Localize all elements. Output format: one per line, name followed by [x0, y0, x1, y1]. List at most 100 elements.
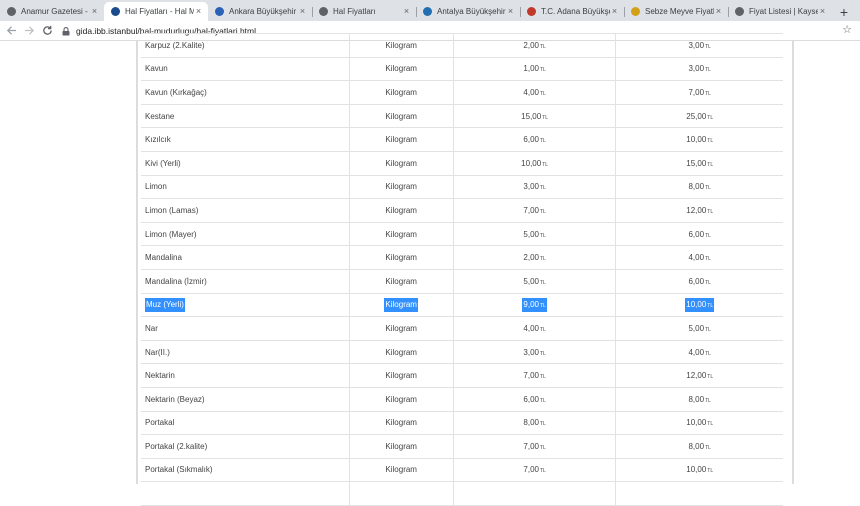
product-name-cell-value: Nar(II.): [145, 347, 170, 357]
min-price-cell-value: 5,00: [523, 229, 539, 239]
max-price-cell: 15,00TL: [615, 150, 783, 176]
unit-cell-value: Kilogram: [385, 135, 417, 145]
close-tab-icon[interactable]: ×: [818, 7, 827, 16]
bookmark-star-icon[interactable]: ☆: [842, 23, 852, 36]
unit-cell: Kilogram: [348, 33, 454, 58]
product-name-cell: Kestane: [141, 103, 350, 129]
min-price-cell-text: 5,00TL: [523, 230, 545, 239]
currency-label: TL: [705, 232, 711, 239]
currency-label: TL: [539, 468, 546, 475]
min-price-cell-value: 7,00: [523, 371, 539, 381]
product-name-cell: Muz (Yerli): [141, 292, 350, 318]
min-price-cell-value: 9,00: [523, 300, 539, 310]
table-row: Kestane Kilogram 15,00TL 25,00TL: [141, 103, 783, 129]
min-price-cell-text: 10,00TL: [521, 159, 548, 168]
adana-logo-icon: [527, 7, 536, 16]
min-price-cell-text: 3,00TL: [523, 182, 545, 191]
min-price-cell-text: 5,00TL: [523, 277, 545, 286]
min-price-cell-text: 8,00TL: [523, 418, 545, 427]
product-name-cell-text: Karpuz (2.Kalite): [145, 41, 205, 50]
browser-tab[interactable]: Ankara Büyükşehir B ×: [208, 2, 312, 21]
product-name-cell-text: Nar(II.): [145, 348, 170, 357]
currency-label: TL: [539, 421, 546, 428]
reload-button[interactable]: [38, 22, 56, 40]
browser-tab[interactable]: Fiyat Listesi | Kayser ×: [728, 2, 832, 21]
product-name-cell-value: Kivi (Yerli): [145, 158, 181, 168]
max-price-cell-text: 10,00TL: [686, 418, 713, 427]
currency-label: TL: [539, 256, 546, 263]
lock-icon[interactable]: [60, 26, 72, 36]
min-price-cell: 7,00TL: [452, 434, 616, 459]
product-name-cell-value: Limon (Lamas): [145, 205, 199, 215]
product-name-cell: Portakal (Sıkmalık): [141, 457, 350, 483]
max-price-cell-text: 4,00TL: [688, 253, 710, 262]
currency-label: TL: [539, 303, 546, 310]
currency-label: TL: [539, 350, 546, 357]
currency-label: TL: [539, 138, 546, 145]
unit-cell-text: Kilogram: [385, 135, 417, 144]
close-tab-icon[interactable]: ×: [610, 7, 619, 16]
currency-label: TL: [707, 468, 714, 475]
min-price-cell: 2,00TL: [452, 33, 616, 58]
currency-label: TL: [707, 138, 714, 145]
close-tab-icon[interactable]: ×: [298, 7, 307, 16]
max-price-cell-value: 7,00: [688, 87, 705, 97]
table-row: Karpuz (2.Kalite) Kilogram 2,00TL 3,00TL: [141, 33, 783, 58]
unit-cell: Kilogram: [348, 434, 454, 459]
min-price-cell-value: 6,00: [523, 394, 539, 404]
min-price-cell-text: 4,00TL: [523, 88, 545, 97]
max-price-cell-text: 12,00TL: [686, 206, 713, 215]
back-button[interactable]: [2, 22, 20, 40]
tab-title: Ankara Büyükşehir B: [229, 7, 298, 16]
max-price-cell-text: 8,00TL: [688, 442, 710, 451]
max-price-cell-text: 10,00TL: [686, 465, 713, 474]
globe-icon: [735, 7, 744, 16]
min-price-cell: 15,00TL: [452, 103, 616, 129]
browser-tab[interactable]: Sebze Meyve Fiyatla ×: [624, 2, 728, 21]
browser-tab[interactable]: Antalya Büyükşehir B ×: [416, 2, 520, 21]
max-price-cell: 3,00TL: [615, 56, 783, 82]
product-name-cell: Limon (Lamas): [141, 198, 350, 223]
max-price-cell-value: 10,00: [686, 418, 707, 428]
unit-cell-value: Kilogram: [385, 418, 417, 428]
close-tab-icon[interactable]: ×: [402, 7, 411, 16]
unit-cell-text: Kilogram: [385, 324, 417, 333]
table-row: Kızılcık Kilogram 6,00TL 10,00TL: [141, 127, 783, 152]
unit-cell: Kilogram: [348, 221, 454, 247]
unit-cell: Kilogram: [348, 339, 454, 365]
max-price-cell: 4,00TL: [615, 245, 783, 270]
product-name-cell: Karpuz (2.Kalite): [141, 33, 350, 58]
browser-tab[interactable]: T.C. Adana Büyükşeh ×: [520, 2, 624, 21]
max-price-cell: 5,00TL: [615, 316, 783, 341]
close-tab-icon[interactable]: ×: [506, 7, 515, 16]
product-name-cell: Kızılcık: [141, 127, 350, 152]
unit-cell-value: Kilogram: [385, 347, 417, 357]
close-tab-icon[interactable]: ×: [194, 7, 203, 16]
min-price-cell-text: 7,00TL: [523, 206, 545, 215]
browser-tab[interactable]: Hal Fiyatları - Hal M ×: [104, 2, 208, 21]
product-name-cell-value: Portakal: [145, 418, 175, 428]
product-name-cell-text: Limon (Lamas): [145, 206, 198, 215]
forward-button[interactable]: [20, 22, 38, 40]
min-price-cell: 5,00TL: [452, 268, 616, 294]
min-price-cell-text: 4,00TL: [523, 324, 545, 333]
product-name-cell-text: Nektarin (Beyaz): [145, 395, 205, 404]
unit-cell-text: Kilogram: [385, 159, 417, 168]
browser-tab[interactable]: Hal Fiyatları ×: [312, 2, 416, 21]
unit-cell: Kilogram: [348, 363, 454, 388]
table-row: Mandalina (İzmir) Kilogram 5,00TL 6,00TL: [141, 268, 783, 294]
close-tab-icon[interactable]: ×: [90, 7, 99, 16]
browser-tab[interactable]: Anamur Gazetesi - S ×: [0, 2, 104, 21]
new-tab-button[interactable]: +: [834, 2, 854, 21]
min-price-cell-value: 6,00: [523, 135, 539, 145]
currency-label: TL: [539, 67, 546, 74]
min-price-cell-text: 6,00TL: [523, 135, 545, 144]
currency-label: TL: [705, 256, 711, 263]
min-price-cell-value: 2,00: [523, 253, 539, 263]
table-row: Portakal (2.kalite) Kilogram 7,00TL 8,00TL: [141, 434, 783, 459]
close-tab-icon[interactable]: ×: [714, 7, 723, 16]
max-price-cell: 3,00TL: [615, 33, 783, 58]
table-row: Limon (Mayer) Kilogram 5,00TL 6,00TL: [141, 221, 783, 247]
unit-cell-text: Kilogram: [385, 253, 417, 262]
unit-cell: Kilogram: [348, 198, 454, 223]
